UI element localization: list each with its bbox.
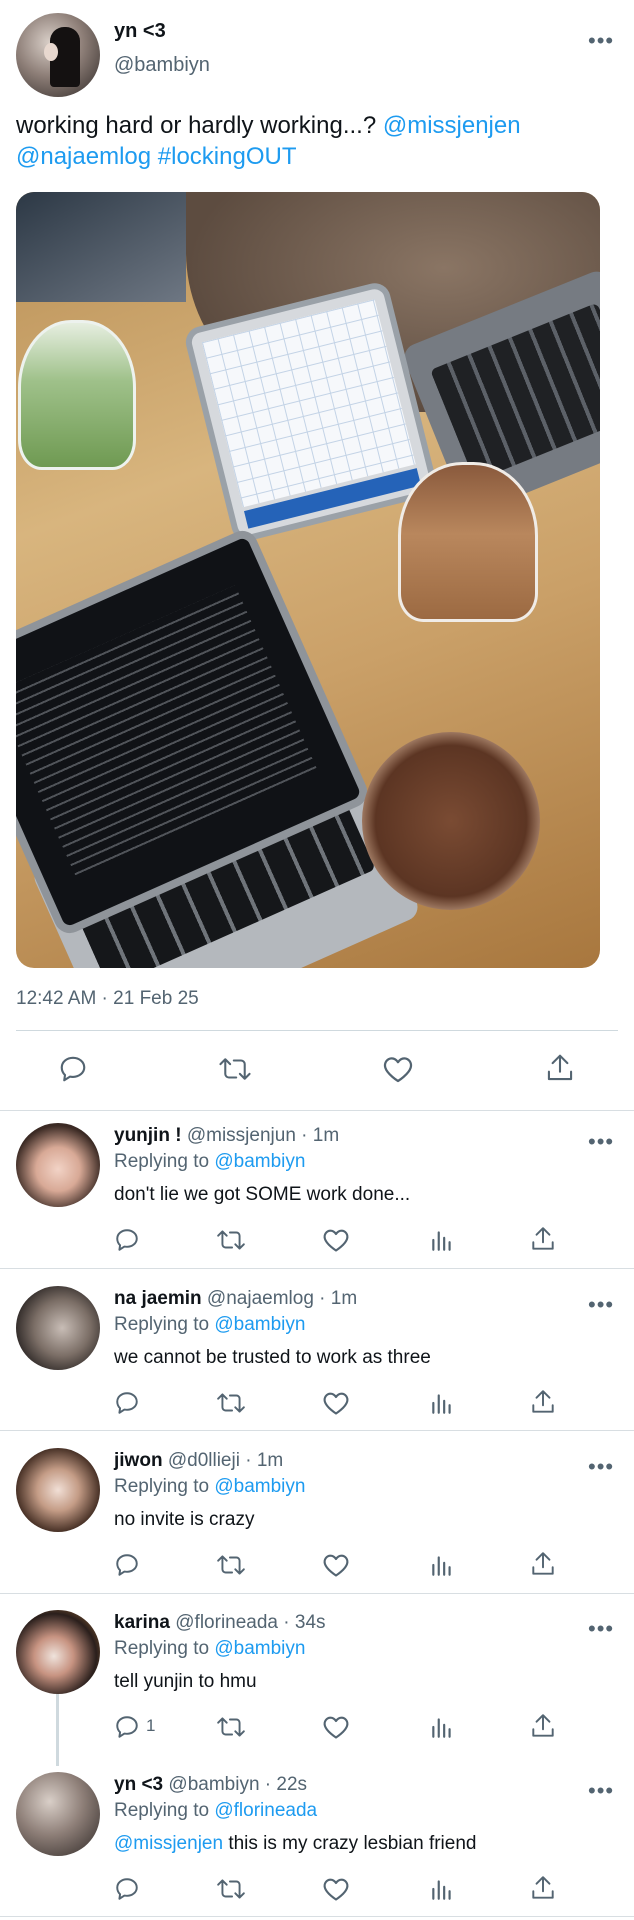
more-options-icon[interactable]: ••• — [588, 1618, 614, 1640]
views-icon[interactable] — [429, 1876, 455, 1902]
replying-to-link[interactable]: @florineada — [214, 1800, 317, 1821]
more-options-icon[interactable]: ••• — [588, 1456, 614, 1478]
tweet-photo[interactable] — [16, 192, 600, 968]
divider — [0, 1268, 634, 1269]
more-options-icon[interactable]: ••• — [588, 30, 614, 52]
replying-prefix: Replying to — [114, 1314, 215, 1335]
reply-handle-time: @florineada · 34s — [169, 1612, 326, 1633]
replying-to-link[interactable]: @bambiyn — [214, 1314, 305, 1335]
divider — [0, 1916, 634, 1917]
more-options-icon[interactable]: ••• — [588, 1294, 614, 1316]
reply-count: 1 — [146, 1716, 156, 1735]
like-icon[interactable] — [322, 1714, 350, 1740]
reply-icon[interactable] — [114, 1714, 140, 1740]
reply-display-name[interactable]: karina — [114, 1612, 170, 1633]
author-display-name[interactable]: yn <3 — [114, 20, 166, 43]
reply-handle-time: @najaemlog · 1m — [201, 1288, 358, 1309]
retweet-icon[interactable] — [216, 1552, 246, 1578]
reply-actions — [100, 1388, 580, 1418]
reply-handle-time: @missjenjun · 1m — [181, 1125, 340, 1146]
reply-icon[interactable] — [114, 1227, 140, 1253]
reply-icon[interactable] — [58, 1054, 88, 1084]
share-icon[interactable] — [530, 1712, 556, 1740]
reply-display-name[interactable]: yunjin ! — [114, 1125, 182, 1146]
tweet-text: working hard or hardly working...? @miss… — [16, 110, 616, 172]
avatar[interactable] — [16, 1772, 100, 1856]
like-icon[interactable] — [382, 1054, 414, 1084]
reply-tweet[interactable]: karina @florineada · 34s ••• Replying to… — [0, 1600, 634, 1762]
reply-tweet[interactable]: yn <3 @bambiyn · 22s ••• Replying to @fl… — [0, 1762, 634, 1920]
avatar[interactable] — [16, 1123, 100, 1207]
reply-icon[interactable] — [114, 1552, 140, 1578]
replying-prefix: Replying to — [114, 1638, 215, 1659]
retweet-icon[interactable] — [216, 1876, 246, 1902]
reply-display-name[interactable]: na jaemin — [114, 1288, 202, 1309]
views-icon[interactable] — [429, 1390, 455, 1416]
replying-prefix: Replying to — [114, 1476, 215, 1497]
reply-text: we cannot be trusted to work as three — [114, 1347, 431, 1368]
replying-to-link[interactable]: @bambiyn — [214, 1638, 305, 1659]
replying-to-link[interactable]: @bambiyn — [214, 1151, 305, 1172]
replying-prefix: Replying to — [114, 1800, 215, 1821]
replying-to-link[interactable]: @bambiyn — [214, 1476, 305, 1497]
retweet-icon[interactable] — [216, 1714, 246, 1740]
author-handle[interactable]: @bambiyn — [114, 54, 210, 77]
reply-handle-time: @d0llieji · 1m — [162, 1450, 284, 1471]
reply-text: no invite is crazy — [114, 1509, 255, 1530]
avatar[interactable] — [16, 1286, 100, 1370]
like-icon[interactable] — [322, 1552, 350, 1578]
reply-text: @missjenjen this is my crazy lesbian fri… — [114, 1833, 476, 1855]
reply-actions: 1 — [100, 1712, 580, 1742]
divider — [0, 1593, 634, 1594]
share-icon[interactable] — [530, 1225, 556, 1253]
tweet-timestamp[interactable]: 12:42 AM · 21 Feb 25 — [16, 988, 199, 1010]
share-icon[interactable] — [530, 1874, 556, 1902]
reply-tweet[interactable]: na jaemin @najaemlog · 1m ••• Replying t… — [0, 1276, 634, 1438]
views-icon[interactable] — [429, 1552, 455, 1578]
reply-tweet[interactable]: jiwon @d0llieji · 1m ••• Replying to @ba… — [0, 1438, 634, 1600]
reply-tweet[interactable]: yunjin ! @missjenjun · 1m ••• Replying t… — [0, 1113, 634, 1275]
reply-icon[interactable] — [114, 1390, 140, 1416]
like-icon[interactable] — [322, 1227, 350, 1253]
like-icon[interactable] — [322, 1876, 350, 1902]
reply-text-plain: this is my crazy lesbian friend — [223, 1833, 477, 1854]
divider — [0, 1110, 634, 1111]
divider — [16, 1030, 618, 1031]
replying-prefix: Replying to — [114, 1151, 215, 1172]
more-options-icon[interactable]: ••• — [588, 1780, 614, 1802]
reply-text: don't lie we got SOME work done... — [114, 1184, 411, 1205]
tweet-actions — [0, 1040, 634, 1100]
more-options-icon[interactable]: ••• — [588, 1131, 614, 1153]
avatar[interactable] — [16, 1448, 100, 1532]
retweet-icon[interactable] — [218, 1054, 252, 1084]
share-icon[interactable] — [530, 1388, 556, 1416]
reply-text: tell yunjin to hmu — [114, 1671, 257, 1692]
share-icon[interactable] — [530, 1550, 556, 1578]
retweet-icon[interactable] — [216, 1227, 246, 1253]
views-icon[interactable] — [429, 1714, 455, 1740]
reply-display-name[interactable]: yn <3 — [114, 1774, 163, 1795]
retweet-icon[interactable] — [216, 1390, 246, 1416]
reply-actions — [100, 1550, 580, 1580]
reply-icon[interactable] — [114, 1876, 140, 1902]
reply-actions — [100, 1874, 580, 1904]
views-icon[interactable] — [429, 1227, 455, 1253]
mention-link[interactable]: @najaemlog — [16, 143, 151, 170]
like-icon[interactable] — [322, 1390, 350, 1416]
tweet-text-plain: working hard or hardly working...? — [16, 112, 383, 139]
hashtag-link[interactable]: #lockingOUT — [158, 143, 297, 170]
reply-actions — [100, 1225, 580, 1255]
share-icon[interactable] — [545, 1052, 575, 1084]
divider — [0, 1430, 634, 1431]
mention-link[interactable]: @missjenjen — [114, 1833, 223, 1854]
reply-handle-time: @bambiyn · 22s — [163, 1774, 308, 1795]
avatar[interactable] — [16, 1610, 100, 1694]
mention-link[interactable]: @missjenjen — [383, 112, 521, 139]
author-avatar[interactable] — [16, 13, 100, 97]
reply-display-name[interactable]: jiwon — [114, 1450, 163, 1471]
